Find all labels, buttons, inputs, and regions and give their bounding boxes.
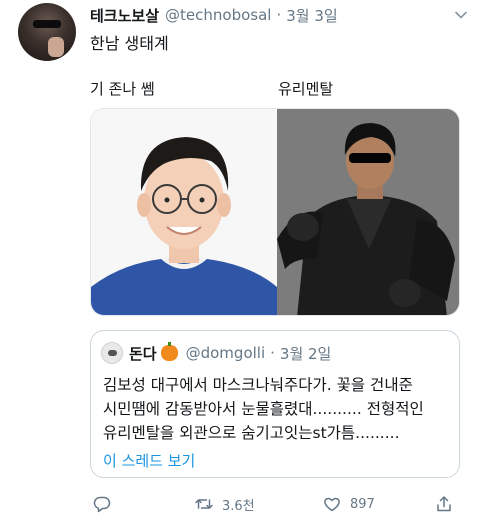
tweet-header: 테크노보살 @technobosal · 3월 3일 — [90, 4, 338, 26]
caption-right: 유리멘탈 — [278, 80, 334, 98]
heart-icon — [324, 497, 340, 512]
portrait-leather-jacket-man — [277, 109, 459, 315]
media-image-left[interactable] — [91, 109, 277, 315]
tweet-text: 한남 생태계 — [90, 34, 169, 53]
portrait-smiling-man — [91, 109, 277, 315]
header-separator: · — [276, 6, 282, 24]
author-handle[interactable]: @technobosal — [165, 6, 271, 24]
quoted-text-line: 시민땜에 감동받아서 눈물흘렸대.......... 전형적인 — [103, 400, 424, 418]
author-name[interactable]: 테크노보살 — [90, 5, 159, 26]
quoted-text-line: 유리멘탈을 외관으로 숨기고잇는st가틈......... — [103, 424, 400, 442]
quoted-author-name[interactable]: 돈다 — [129, 343, 157, 364]
quoted-tweet-date[interactable]: 3월 2일 — [280, 343, 331, 364]
media-image-right[interactable] — [277, 109, 459, 315]
chevron-down-icon[interactable] — [454, 8, 468, 22]
quoted-tweet[interactable]: 돈다 @domgolli · 3월 2일 김보성 대구에서 마스크나눠주다가. … — [90, 330, 460, 478]
avatar-hand — [48, 37, 64, 57]
like-button[interactable]: 897 — [322, 492, 375, 516]
tweet-actions: 3.6천 897 — [90, 492, 460, 516]
share-button[interactable] — [434, 492, 462, 516]
pumpkin-icon — [160, 342, 178, 361]
like-count: 897 — [350, 496, 375, 512]
quoted-text-line: 김보성 대구에서 마스크나눠주다가. 꽃을 건내준 — [103, 376, 413, 394]
quoted-header-separator: · — [270, 344, 275, 362]
avatar-sunglasses — [33, 20, 61, 28]
quoted-tweet-header: 돈다 @domgolli · 3월 2일 — [101, 342, 331, 364]
retweet-icon — [195, 499, 213, 509]
author-avatar[interactable] — [18, 3, 76, 61]
tweet-media[interactable] — [90, 108, 460, 316]
quoted-author-handle[interactable]: @domgolli — [186, 344, 266, 362]
reply-button[interactable] — [92, 492, 120, 516]
retweet-count: 3.6천 — [222, 498, 255, 514]
quoted-author-avatar[interactable] — [101, 342, 123, 364]
show-thread-link[interactable]: 이 스레드 보기 — [103, 450, 195, 471]
quoted-tweet-text: 김보성 대구에서 마스크나눠주다가. 꽃을 건내준 시민땜에 감동받아서 눈물흘… — [103, 373, 424, 445]
share-icon — [437, 496, 451, 512]
reply-icon — [93, 496, 111, 513]
retweet-button[interactable]: 3.6천 — [194, 492, 255, 516]
caption-left: 기 존나 쎔 — [90, 80, 155, 98]
tweet-date[interactable]: 3월 3일 — [286, 5, 337, 26]
